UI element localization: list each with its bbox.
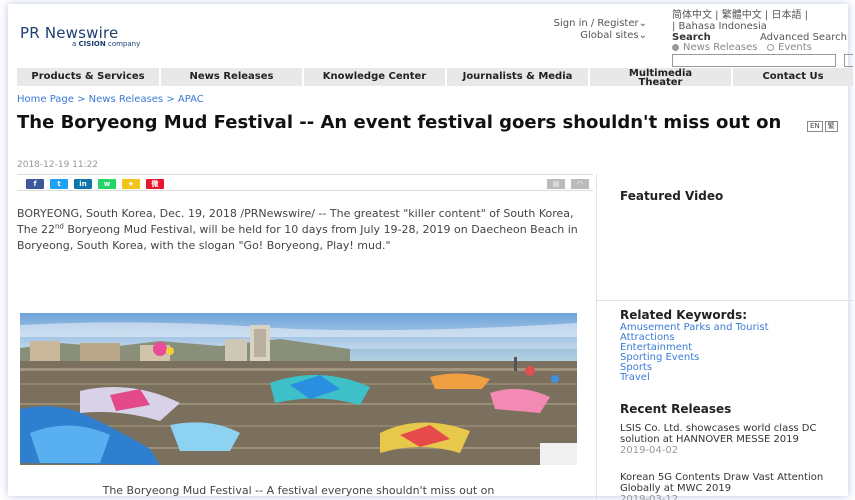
logo-subtitle: a CISION company [72,40,140,48]
chevron-down-icon: ⌄ [638,18,647,29]
language-badges: EN 繁 [807,113,840,132]
whatsapp-icon[interactable]: w [98,179,116,189]
radio-events-label: Events [778,42,812,53]
print-icon[interactable]: ▤ [547,179,565,189]
search-button[interactable] [844,54,853,67]
chevron-down-icon: ⌄ [638,30,647,41]
article-date: 2018-12-19 11:22 [17,160,99,170]
linkedin-icon[interactable]: in [74,179,92,189]
release-title[interactable]: LSIS Co. Ltd. showcases world class DC s… [620,423,850,445]
breadcrumb[interactable]: Home Page > News Releases > APAC [17,94,204,105]
signin-link[interactable]: Sign in / Register⌄ [554,18,647,30]
release-item[interactable]: Korean 5G Contents Draw Vast Attention G… [620,472,850,500]
keyword-link[interactable]: Travel [620,373,769,383]
body-part-2: Boryeong Mud Festival, will be held for … [17,223,578,252]
nav-journalists-media[interactable]: Journalists & Media [447,68,588,86]
body-superscript: nd [54,222,64,231]
language-line-2[interactable]: | Bahasa Indonesia [672,21,808,32]
radio-news-label: News Releases [683,42,758,53]
star-icon[interactable]: ★ [122,179,140,189]
logo-sub-brand: CISION [78,40,106,48]
global-sites-link[interactable]: Global sites⌄ [554,30,647,42]
pr-newswire-logo[interactable]: PR Newswire a CISION company [20,24,140,48]
radio-news-releases[interactable] [672,43,679,51]
nav-knowledge-center[interactable]: Knowledge Center [304,68,445,86]
related-keywords-list: Amusement Parks and Tourist Attractions … [620,323,769,383]
festival-photo[interactable] [20,313,577,465]
nav-products-services[interactable]: Products & Services [17,68,159,86]
sidebar-divider [596,174,597,500]
lang-badge-en[interactable]: EN [807,121,823,132]
recent-releases-heading: Recent Releases [620,402,732,416]
festival-photo-graphic [20,313,577,465]
share-bar: f t in w ★ 微 ▤ ◠ [17,174,593,191]
logo-sub-prefix: a [72,40,77,48]
account-links: Sign in / Register⌄ Global sites⌄ [554,18,647,42]
twitter-icon[interactable]: t [50,179,68,189]
nav-contact-us[interactable]: Contact Us [733,68,853,86]
global-sites-label: Global sites [580,30,639,41]
logo-sub-suffix: company [107,40,141,48]
article-body: BORYEONG, South Korea, Dec. 19, 2018 /PR… [17,206,593,254]
rss-icon[interactable]: ◠ [571,179,589,189]
featured-video-heading: Featured Video [620,189,724,203]
language-line-1[interactable]: 简体中文 | 繁體中文 | 日本語 | [672,10,808,21]
lang-badge-zh[interactable]: 繁 [824,121,838,132]
signin-label: Sign in / Register [553,18,639,29]
nav-multimedia-line2: Theater [638,77,683,87]
nav-news-releases[interactable]: News Releases [161,68,302,86]
sidebar-separator [596,300,854,301]
release-date: 2019-03-12 [620,494,679,500]
weibo-icon[interactable]: 微 [146,179,164,189]
release-item[interactable]: LSIS Co. Ltd. showcases world class DC s… [620,423,850,456]
related-keywords-heading: Related Keywords: [620,308,748,322]
search-input[interactable] [672,54,836,67]
release-date: 2019-04-02 [620,445,679,456]
language-links[interactable]: 简体中文 | 繁體中文 | 日本語 | | Bahasa Indonesia [672,10,808,32]
photo-caption: The Boryeong Mud Festival -- A festival … [102,484,495,497]
search-scope: News Releases Events [672,42,812,53]
facebook-icon[interactable]: f [26,179,44,189]
nav-multimedia-theater[interactable]: Multimedia Theater [590,68,731,86]
page-title: The Boryeong Mud Festival -- An event fe… [17,112,782,133]
radio-events[interactable] [767,43,775,51]
release-title[interactable]: Korean 5G Contents Draw Vast Attention G… [620,472,850,494]
main-nav: Products & Services News Releases Knowle… [17,68,853,86]
